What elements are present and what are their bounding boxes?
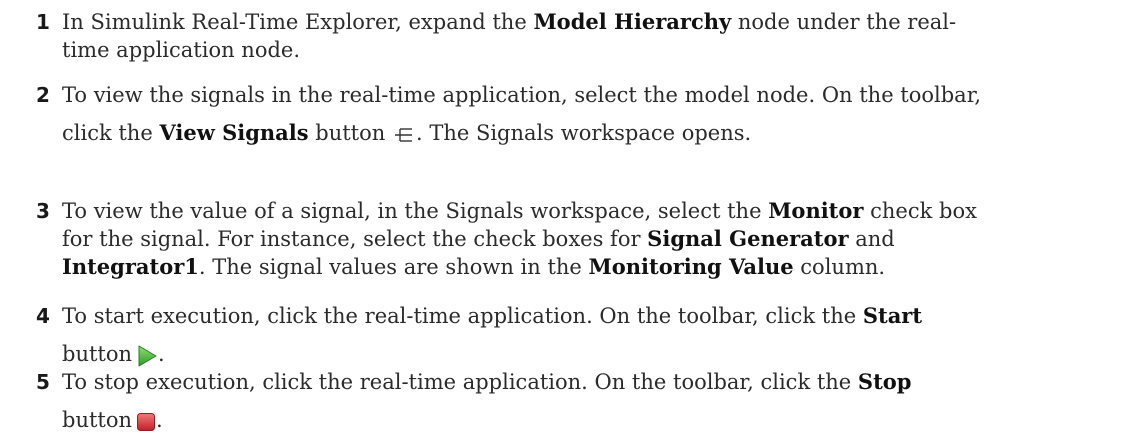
text-run: node under the real- — [731, 10, 957, 34]
text-run: button — [62, 408, 133, 432]
ui-term-monitor: Monitor — [768, 198, 864, 223]
stop-icon — [136, 412, 156, 432]
ui-term-start: Start — [862, 303, 923, 328]
ui-term-integrator1: Integrator1 — [62, 254, 199, 279]
text-run: check box — [863, 199, 977, 223]
step-text: To stop execution, click the real-time a… — [62, 363, 1102, 439]
step-number: 2 — [36, 83, 50, 107]
ui-term-signal-generator: Signal Generator — [647, 226, 849, 251]
text-run: button — [308, 121, 392, 145]
text-run: column. — [793, 255, 886, 279]
text-run: To stop execution, click the real-time a… — [62, 370, 858, 394]
text-run: In Simulink Real-Time Explorer, expand t… — [62, 10, 534, 34]
text-run: To view the value of a signal, in the Si… — [62, 199, 769, 223]
step-number: 3 — [36, 199, 50, 223]
text-run: for the signal. For instance, select the… — [62, 227, 648, 251]
ui-term-stop: Stop — [857, 369, 912, 394]
step-number: 4 — [36, 304, 50, 328]
ui-term-view-signals: View Signals — [159, 120, 309, 145]
step-number: 5 — [36, 370, 50, 394]
ui-term-monitoring-value: Monitoring Value — [588, 254, 794, 279]
text-run: click the — [62, 121, 160, 145]
step-number: 1 — [36, 10, 50, 34]
procedure-steps: 1 In Simulink Real-Time Explorer, expand… — [0, 0, 1121, 432]
text-run: To start execution, click the real-time … — [62, 304, 863, 328]
text-run: . — [156, 408, 163, 432]
text-run: . The signal values are shown in the — [198, 255, 589, 279]
text-run: and — [848, 227, 895, 251]
step-text: In Simulink Real-Time Explorer, expand t… — [62, 8, 1102, 64]
view-signals-icon — [394, 125, 414, 145]
step-text: To view the value of a signal, in the Si… — [62, 197, 1102, 281]
step-text: To view the signals in the real-time app… — [62, 76, 1102, 152]
text-run: time application node. — [62, 38, 301, 62]
ui-term-model-hierarchy: Model Hierarchy — [533, 9, 732, 34]
text-run: . The Signals workspace opens. — [415, 121, 752, 145]
text-run: To view the signals in the real-time app… — [62, 83, 982, 107]
step-text: To start execution, click the real-time … — [62, 297, 1102, 373]
